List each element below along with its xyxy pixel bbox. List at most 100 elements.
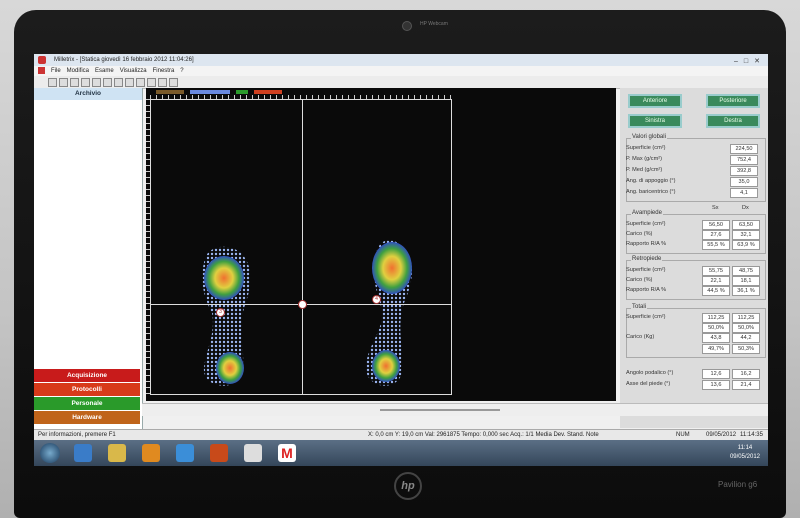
start-button-icon[interactable] <box>40 443 60 463</box>
value-tot-pct1-dx: 50,0% <box>732 323 760 333</box>
toolbar-button[interactable] <box>59 77 68 87</box>
value-av-superficie-dx: 63,50 <box>732 220 760 230</box>
hp-logo: hp <box>394 472 422 500</box>
play-taskbar-icon[interactable] <box>176 444 194 462</box>
label-angolo-podalico: Angolo podalico (°) <box>626 370 674 376</box>
laptop-screen: Milletrix - [Statica giovedì 16 febbraio… <box>34 54 768 466</box>
value-tot-superficie-sx: 112,25 <box>702 313 730 323</box>
hp-taskbar-icon[interactable] <box>244 444 262 462</box>
value-asse-piede-dx: 21,4 <box>732 380 760 390</box>
value-av-superficie-sx: 56,50 <box>702 220 730 230</box>
label-pmax: P. Max (g/cm²) <box>626 156 662 162</box>
label-ang-appoggio: Ang. di appoggio (°) <box>626 178 676 184</box>
menu-visualizza[interactable]: Visualizza <box>120 66 147 76</box>
taskbar: M 11:14 09/05/2012 <box>34 440 768 466</box>
value-angolo-podalico-dx: 16,2 <box>732 369 760 379</box>
button-sinistra[interactable]: Sinistra <box>628 114 682 128</box>
taskbar-date: 09/05/2012 <box>729 454 760 460</box>
label-ang-baricentrico: Ang. baricentrico (°) <box>626 189 676 195</box>
sidebar-button-personale[interactable]: Personale <box>34 397 140 410</box>
value-av-rapporto-sx: 55,5 % <box>702 240 730 250</box>
menu-bar: File Modifica Esame Visualizza Finestra … <box>34 66 768 76</box>
value-tot-carico-sx: 43,8 <box>702 333 730 343</box>
milletrix-taskbar-icon[interactable]: M <box>278 444 296 462</box>
value-av-carico-sx: 27,6 <box>702 230 730 240</box>
value-tot-carico-dx: 44,2 <box>732 333 760 343</box>
toolbar-button[interactable] <box>169 77 178 87</box>
toolbar-button[interactable] <box>48 77 57 87</box>
timeline-slider[interactable] <box>380 409 500 411</box>
app-menu-icon[interactable] <box>38 67 45 74</box>
sidebar: Archivio Acquisizione Protocolli Persona… <box>34 88 143 454</box>
menu-finestra[interactable]: Finestra <box>153 66 175 76</box>
section-title: Avampiede <box>631 210 663 216</box>
media-taskbar-icon[interactable] <box>142 444 160 462</box>
value-re-carico-sx: 22,1 <box>702 276 730 286</box>
label-av-rapporto: Rapporto R/A % <box>626 241 667 247</box>
label-superficie: Superficie (cm²) <box>626 145 666 151</box>
menu-help[interactable]: ? <box>180 66 183 76</box>
model-label: Pavilion g6 <box>718 480 758 489</box>
toolbar-button[interactable] <box>70 77 79 87</box>
value-angolo-podalico-sx: 12,6 <box>702 369 730 379</box>
app-taskbar-icon[interactable] <box>210 444 228 462</box>
value-av-rapporto-dx: 63,9 % <box>732 240 760 250</box>
webcam-label: HP Webcam <box>420 21 448 27</box>
label-pmed: P. Med (g/cm²) <box>626 167 663 173</box>
label-av-carico: Carico (%) <box>626 231 653 237</box>
left-foot <box>202 246 251 386</box>
toolbar-button[interactable] <box>136 77 145 87</box>
ie-taskbar-icon[interactable] <box>74 444 92 462</box>
value-pmed: 392,8 <box>730 166 758 176</box>
toolbar-button[interactable] <box>81 77 90 87</box>
right-forefoot-heat <box>372 242 412 294</box>
section-title: Valori globali <box>631 134 667 140</box>
taskbar-clock[interactable]: 11:14 09/05/2012 <box>730 444 760 462</box>
section-title: Retropiede <box>631 256 663 262</box>
toolbar-button[interactable] <box>125 77 134 87</box>
marker-right[interactable]: 4 <box>372 295 381 304</box>
toolbar-button[interactable] <box>158 77 167 87</box>
left-heel-heat <box>216 352 244 384</box>
label-av-superficie: Superficie (cm²) <box>626 221 666 227</box>
sidebar-button-hardware[interactable]: Hardware <box>34 411 140 424</box>
marker-left[interactable]: 3 <box>216 308 225 317</box>
app-icon <box>38 56 46 64</box>
label-re-rapporto: Rapporto R/A % <box>626 287 667 293</box>
value-av-carico-dx: 32,1 <box>732 230 760 240</box>
toolbar-button[interactable] <box>114 77 123 87</box>
menu-esame[interactable]: Esame <box>95 66 114 76</box>
window-titlebar: Milletrix - [Statica giovedì 16 febbraio… <box>34 54 768 66</box>
menu-file[interactable]: File <box>51 66 61 76</box>
button-anteriore[interactable]: Anteriore <box>628 94 682 108</box>
value-re-superficie-sx: 55,75 <box>702 266 730 276</box>
playback-toolbar[interactable] <box>142 403 768 416</box>
value-tot-pct2-sx: 49,7% <box>702 344 730 354</box>
toolbar-button[interactable] <box>103 77 112 87</box>
results-panel: Anteriore Posteriore Sinistra Destra Val… <box>620 88 768 428</box>
value-superficie: 224,50 <box>730 144 758 154</box>
value-re-rapporto-dx: 36,1 % <box>732 286 760 296</box>
left-forefoot-heat <box>204 256 244 300</box>
button-destra[interactable]: Destra <box>706 114 760 128</box>
label-re-superficie: Superficie (cm²) <box>626 267 666 273</box>
value-pmax: 752,4 <box>730 155 758 165</box>
webcam-icon <box>402 21 412 31</box>
toolbar-button[interactable] <box>147 77 156 87</box>
sidebar-button-acquisizione[interactable]: Acquisizione <box>34 369 140 382</box>
crosshair-vertical <box>302 99 303 395</box>
footprints-svg <box>202 240 412 386</box>
col-sx: Sx <box>712 205 719 211</box>
marker-center[interactable] <box>298 300 307 309</box>
label-tot-carico: Carico (Kg) <box>626 334 655 340</box>
value-re-carico-dx: 18,1 <box>732 276 760 286</box>
button-posteriore[interactable]: Posteriore <box>706 94 760 108</box>
sidebar-header[interactable]: Archivio <box>34 88 142 100</box>
sidebar-button-protocolli[interactable]: Protocolli <box>34 383 140 396</box>
value-re-rapporto-sx: 44,5 % <box>702 286 730 296</box>
toolbar-button[interactable] <box>92 77 101 87</box>
menu-modifica[interactable]: Modifica <box>67 66 89 76</box>
explorer-taskbar-icon[interactable] <box>108 444 126 462</box>
value-re-superficie-dx: 48,75 <box>732 266 760 276</box>
value-ang-baricentrico: 4,1 <box>730 188 758 198</box>
